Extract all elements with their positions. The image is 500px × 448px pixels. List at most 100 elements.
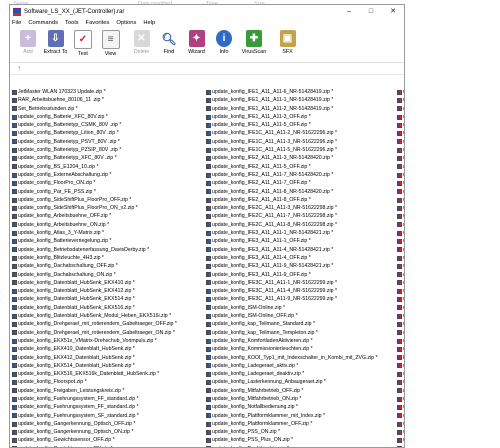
file-list-item[interactable]: update_konfig_IFE3C_A11_A11-9_NR-5162229… [206,295,396,303]
file-list-item[interactable]: up [397,229,404,237]
file-list-item[interactable]: update_konfig_Drehgerael_mit_rotierendem… [12,320,204,328]
file-list-item[interactable]: update_konfig_IFE2_A11_A11-3_NR-51428420… [206,154,396,162]
file-list-item[interactable]: update_konfig_Batterieverriegelung.zip * [12,237,204,245]
file-list-item[interactable]: update_konfig_IFE1_A11_A11-6_NR-51428419… [206,88,396,96]
file-list-item[interactable]: update_konfig_Gewichtssensor_OFF.zip * [12,436,204,444]
file-list-item[interactable]: up [397,329,404,337]
close-button[interactable]: ✕ [382,5,404,18]
menu-favorites[interactable]: Favorites [86,20,110,26]
wizard-button[interactable]: ✦ Wizard [181,28,212,55]
file-list-item[interactable]: update_konfig_Plattformklammer_OFF.zip * [206,420,396,428]
file-list-item[interactable]: RAR_Arbeitsbuehne_80106_11 .zip * [12,96,204,104]
file-list-item[interactable]: up [397,337,404,345]
file-list-item[interactable]: update_konfig_IFE1_A11_A11-2_NR-51428419… [206,105,396,113]
file-list-item[interactable]: update_config_Batterietyp_Lition_80V .zi… [12,129,204,137]
file-list-item[interactable]: up [397,88,404,96]
file-list-item[interactable]: update_konfig_EKX410_Datenblatt_HubSenk.… [12,345,204,353]
file-list-item[interactable]: update_konfig_IFE2C_A11_A11-7_NR-5162229… [206,212,396,220]
file-list-item[interactable]: up [397,320,404,328]
file-list-item[interactable]: update_konfig_EKX412_Datenblatt_HubSenk.… [12,354,204,362]
file-list-item[interactable]: update_config_BS_E1204_10.zip * [12,163,204,171]
file-list-item[interactable]: up [397,304,404,312]
file-list-item[interactable]: update_konfig_Fuehrungssystem_FF_standar… [12,395,204,403]
file-list-item[interactable]: update_konfig_IFE1_A11_A11-5_OFF.zip * [206,121,396,129]
file-list-item[interactable]: update_konfig_ISM-Online_OFF.zip * [206,312,396,320]
file-list-item[interactable]: update_konfig_EKX51x_VMatrix-Drehschub_V… [12,337,204,345]
file-list-item[interactable]: update_konfig_EKX516_EKX516k_Datenblatt_… [12,370,204,378]
file-list-item[interactable]: update_konfig_IFE3_A11_A11-1_OFF.zip * [206,237,396,245]
file-list-item[interactable]: update_konfig_IFE3_A11_A11-4_OFF.zip * [206,254,396,262]
file-list-item[interactable]: update_konfig_kap_Teilmann_Standard.zip … [206,320,396,328]
file-list-item[interactable]: update_config_FloorPro_ON.zip * [12,179,204,187]
file-list-item[interactable]: update_konfig_Datenblatt_HubSenk_EKX412.… [12,287,204,295]
file-list-item[interactable]: up [397,204,404,212]
file-list-item[interactable]: up [397,312,404,320]
file-list-item[interactable]: update_config_Batterietyp_CSMK_80V .zip … [12,121,204,129]
file-list-item[interactable]: update_konfig_IFE2_A11_A11-7_NR-51428420… [206,171,396,179]
sfx-button[interactable]: ▣ SFX [272,28,303,55]
file-list-item[interactable]: update_konfig_Fuehrungssystem_FF_standar… [12,403,204,411]
file-list-item[interactable]: JetMaster WLAN 170323 Update.zip * [12,88,204,96]
file-list-item[interactable]: update_konfig_IFE3_A11_A11-9_OFF.zip * [206,271,396,279]
file-list-item[interactable]: up [397,171,404,179]
file-list-item[interactable]: update_konfig_Notfallbedienung.zip * [206,403,396,411]
file-list-item[interactable]: update_konfig_IFE2_A11_A11-8_NR-51428420… [206,188,396,196]
file-list-item[interactable]: up [397,295,404,303]
file-list-item[interactable]: update_config_Batterie_XFC_80V.zip * [12,113,204,121]
file-list-item[interactable]: update_konfig_IFE3_A11_A11-1_NR-51428421… [206,229,396,237]
file-list-item[interactable]: update_konfig_Betriebsdatenerfassung_Dav… [12,246,204,254]
file-list-item[interactable]: update_konfig_Lasterkennung_Anbaugeraet.… [206,378,396,386]
file-list-item[interactable]: up [397,370,404,378]
file-list-item[interactable]: up [397,113,404,121]
file-list-item[interactable]: update_konfig_IFE3_A11_A11-9_NR-51428421… [206,262,396,270]
file-list-item[interactable]: update_konfig_IFE1_A11_A11-3_OFF.zip * [206,113,396,121]
file-list-item[interactable]: up [397,221,404,229]
file-list-item[interactable]: up [397,287,404,295]
file-list-item[interactable]: up [397,179,404,187]
file-list-item[interactable]: update_konfig_IFE2C_A11_A11-3_NR-5162229… [206,204,396,212]
file-list-item[interactable]: up [397,420,404,428]
file-list-item[interactable]: up [397,271,404,279]
file-list-item[interactable]: update_konfig_IFE1_A11_A11-1_NR-51428419… [206,96,396,104]
test-button[interactable]: ✓ Test [71,28,95,57]
file-list-item[interactable]: update_konfig_KOOI_Typ1_mit_Indexschalte… [206,354,396,362]
file-list-item[interactable]: update_konfig_Ladegeraet_aktiv.zip * [206,362,396,370]
file-list-item[interactable]: update_konfig_Mitfahrbetrieb_ON.zip * [206,395,396,403]
file-list-item[interactable]: update_config_Par_FE_PSS.zip * [12,188,204,196]
file-list-item[interactable]: Set_Betriebsstunden.zip * [12,105,204,113]
file-list-item[interactable]: up [397,403,404,411]
file-list-item[interactable]: up [397,196,404,204]
file-list-item[interactable]: update_konfig_IFE1C_A11_A11-5_NR-5162229… [206,146,396,154]
file-list-item[interactable]: up [397,387,404,395]
file-list-item[interactable]: up [397,436,404,444]
file-list-item[interactable]: update_konfig_IFE3C_A11_A11-1_NR-5162229… [206,279,396,287]
file-list-item[interactable]: update_konfig_PSS_Plus_ON.zip * [206,436,396,444]
file-list-item[interactable]: up [397,246,404,254]
file-list-item[interactable]: up [397,154,404,162]
file-list-item[interactable]: update_konfig_Gangerkennung_Optisch_ON.z… [12,428,204,436]
file-list-item[interactable]: update_konfig_Mitfahrbetrieb_OFF.zip * [206,387,396,395]
file-list-item[interactable]: up [397,129,404,137]
file-list-item[interactable]: up [397,212,404,220]
find-button[interactable]: 🔍︎ Find [157,28,181,55]
file-list-item[interactable]: up [397,163,404,171]
file-list-item[interactable]: update_konfig_KomfortladenAktivieren.zip… [206,337,396,345]
up-arrow-icon[interactable]: ↑ [17,64,21,73]
file-list-item[interactable]: update_konfig_Atlas_3_Y-Matrix.zip * [12,229,204,237]
file-list-item[interactable]: up [397,362,404,370]
file-list-item[interactable]: update_config_ExterneAbschaltung.zip * [12,171,204,179]
file-list-item[interactable]: up [397,146,404,154]
file-list-item[interactable]: up [397,96,404,104]
file-list-item[interactable]: update_konfig_Arbeitsbuehne_ON.zip * [12,221,204,229]
menu-tools[interactable]: Tools [65,20,79,26]
file-list-item[interactable]: update_konfig_Dachabschaltung_ON.zip * [12,271,204,279]
file-list-item[interactable]: update_config_Batterietyp_XFC_80V .zip * [12,154,204,162]
file-list-item[interactable]: update_konfig_Freigaben_Leistungskreis.z… [12,387,204,395]
menu-file[interactable]: File [12,20,21,26]
file-list-item[interactable]: up [397,254,404,262]
file-list-item[interactable]: update_konfig_Plattformklammer_mit_Index… [206,412,396,420]
file-list-item[interactable]: up [397,345,404,353]
file-list-item[interactable]: up [397,428,404,436]
virusscan-button[interactable]: ✚ VirusScan [236,28,272,55]
file-list-item[interactable]: update_konfig_ISM-Online.zip * [206,304,396,312]
